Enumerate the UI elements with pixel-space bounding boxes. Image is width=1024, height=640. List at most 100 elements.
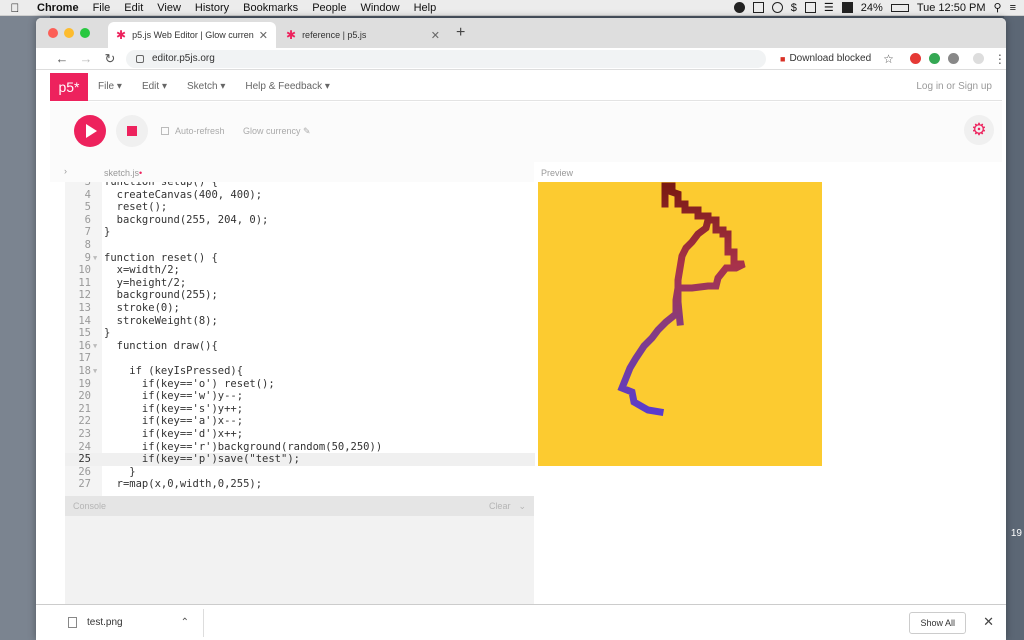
code-line[interactable]: 18 ▼ if (keyIsPressed){	[65, 365, 535, 378]
line-code: }	[104, 465, 136, 478]
box-icon[interactable]	[752, 2, 764, 13]
code-line[interactable]: 24 if(key=='r')background(random(50,250)…	[65, 441, 535, 454]
code-line[interactable]: 13 stroke(0);	[65, 302, 535, 315]
code-line[interactable]: 27 r=map(x,0,width,0,255);	[65, 478, 535, 491]
dollar-icon[interactable]: $	[791, 2, 797, 14]
close-tab-icon[interactable]: ✕	[259, 29, 268, 42]
code-line[interactable]: 21 if(key=='s')y++;	[65, 403, 535, 416]
auto-refresh-toggle[interactable]: Auto-refresh	[161, 126, 225, 136]
list-icon[interactable]: ≡	[1010, 2, 1016, 14]
sketch-name[interactable]: Glow currency ✎	[243, 126, 311, 137]
extension-green-icon[interactable]	[928, 53, 940, 64]
menu-help[interactable]: Help	[407, 2, 444, 14]
back-icon[interactable]: ←	[50, 51, 74, 66]
close-tab-icon[interactable]: ✕	[431, 29, 440, 42]
p5-logo[interactable]: p5*	[50, 72, 88, 101]
p5-menu-help[interactable]: Help & Feedback ▾	[235, 81, 340, 92]
clock[interactable]: Tue 12:50 PM	[917, 2, 986, 14]
code-line[interactable]: 25 if(key=='p')save("test");	[65, 453, 535, 466]
chevron-up-icon[interactable]: ⌃	[181, 617, 189, 628]
new-tab-button[interactable]: +	[456, 24, 465, 42]
extension-cloud-icon[interactable]	[947, 53, 959, 64]
airplay-icon[interactable]	[804, 2, 816, 13]
bullet-icon[interactable]	[733, 2, 745, 13]
bookmark-star-icon[interactable]: ☆	[883, 52, 894, 66]
pencil-icon[interactable]: ✎	[303, 126, 311, 136]
cc-icon[interactable]	[771, 2, 783, 13]
line-number: 16	[78, 339, 91, 352]
stop-button[interactable]	[116, 115, 148, 147]
p5-menu-file[interactable]: File ▾	[88, 81, 132, 92]
chrome-menu-icon[interactable]: ⋮	[994, 52, 1006, 66]
code-line[interactable]: 11 y=height/2;	[65, 277, 535, 290]
fold-icon[interactable]: ▼	[93, 252, 97, 265]
code-line[interactable]: 7}	[65, 226, 535, 239]
code-line[interactable]: 6 background(255, 204, 0);	[65, 214, 535, 227]
play-button[interactable]	[74, 115, 106, 147]
download-blocked-indicator[interactable]: ■ Download blocked	[780, 53, 871, 64]
code-editor[interactable]: 3 function setup() {4 createCanvas(400, 4…	[65, 182, 535, 496]
code-line[interactable]: 17	[65, 352, 535, 365]
download-file-name[interactable]: test.png	[87, 617, 123, 628]
tab-p5-editor[interactable]: ✱ p5.js Web Editor | Glow curren ✕	[108, 22, 276, 48]
battery-icon[interactable]	[890, 3, 909, 12]
code-line[interactable]: 5 reset();	[65, 201, 535, 214]
code-line[interactable]: 19 if(key=='o') reset();	[65, 378, 535, 391]
menu-people[interactable]: People	[305, 2, 353, 14]
file-tab-sketch[interactable]: sketch.js•	[104, 168, 142, 178]
apple-icon[interactable]: 	[0, 1, 30, 15]
tab-reference[interactable]: ✱ reference | p5.js ✕	[278, 22, 448, 48]
code-line[interactable]: 22 if(key=='a')x--;	[65, 415, 535, 428]
forward-icon[interactable]: →	[74, 51, 98, 66]
sketch-canvas[interactable]	[538, 182, 822, 466]
close-icon[interactable]: ✕	[983, 614, 994, 630]
profile-icon[interactable]	[972, 53, 984, 64]
code-line[interactable]: 9 ▼ function reset() {	[65, 252, 535, 265]
search-icon[interactable]: ⚲	[994, 1, 1002, 14]
p5-header: p5* File ▾ Edit ▾ Sketch ▾ Help & Feedba…	[50, 72, 1002, 101]
line-number: 5	[84, 201, 91, 214]
chevron-down-icon[interactable]: ⌄	[518, 501, 526, 512]
fold-icon[interactable]: ▼	[93, 365, 97, 378]
close-window-button[interactable]	[48, 28, 58, 38]
p5-menu-edit[interactable]: Edit ▾	[132, 81, 177, 92]
chevron-right-icon[interactable]: ›	[64, 166, 67, 176]
drawing	[617, 182, 746, 417]
code-line[interactable]: 8	[65, 239, 535, 252]
zoom-window-button[interactable]	[80, 28, 90, 38]
code-line[interactable]: 14 strokeWeight(8);	[65, 315, 535, 328]
wifi-icon[interactable]: ☰	[824, 1, 834, 14]
fold-icon[interactable]: ▼	[93, 340, 97, 353]
address-bar[interactable]: editor.p5js.org	[126, 49, 766, 68]
gear-icon[interactable]: ⚙	[964, 115, 994, 145]
login-link[interactable]: Log in	[916, 81, 943, 92]
line-number: 17	[78, 352, 91, 365]
reload-icon[interactable]: ↻	[98, 51, 122, 67]
code-line[interactable]: 26 }	[65, 466, 535, 479]
show-all-button[interactable]: Show All	[909, 612, 966, 634]
auto-refresh-checkbox[interactable]	[161, 127, 169, 135]
menu-file[interactable]: File	[86, 2, 118, 14]
code-line[interactable]: 3 function setup() {	[65, 182, 535, 189]
code-line[interactable]: 16 ▼ function draw(){	[65, 340, 535, 353]
code-line[interactable]: 23 if(key=='d')x++;	[65, 428, 535, 441]
p5-menu-sketch[interactable]: Sketch ▾	[177, 81, 235, 92]
minimize-window-button[interactable]	[64, 28, 74, 38]
line-code: }	[104, 327, 111, 340]
line-code: if(key=='o') reset();	[104, 377, 275, 390]
a-icon[interactable]	[841, 2, 853, 13]
console-clear-button[interactable]: Clear	[489, 501, 511, 511]
menu-view[interactable]: View	[150, 2, 188, 14]
code-line[interactable]: 20 if(key=='w')y--;	[65, 390, 535, 403]
menu-bookmarks[interactable]: Bookmarks	[236, 2, 305, 14]
menu-app-name[interactable]: Chrome	[30, 2, 86, 14]
code-line[interactable]: 12 background(255);	[65, 289, 535, 302]
code-line[interactable]: 15}	[65, 327, 535, 340]
code-line[interactable]: 4 createCanvas(400, 400);	[65, 189, 535, 202]
code-line[interactable]: 10 x=width/2;	[65, 264, 535, 277]
menu-edit[interactable]: Edit	[117, 2, 150, 14]
signup-link[interactable]: Sign up	[958, 81, 992, 92]
menu-window[interactable]: Window	[353, 2, 406, 14]
extension-red-icon[interactable]	[909, 53, 921, 64]
menu-history[interactable]: History	[188, 2, 236, 14]
